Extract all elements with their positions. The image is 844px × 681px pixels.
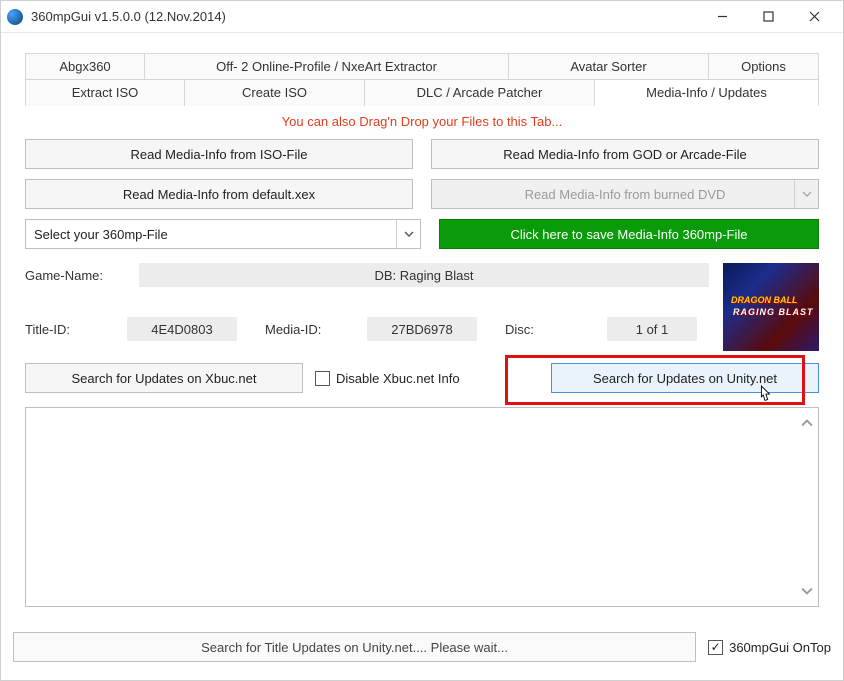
tab-options[interactable]: Options	[709, 53, 819, 79]
tabstrip: Abgx360 Off- 2 Online-Profile / NxeArt E…	[25, 53, 819, 106]
ontop-label: 360mpGui OnTop	[729, 640, 831, 655]
game-name-value: DB: Raging Blast	[139, 263, 709, 287]
status-bar: Search for Title Updates on Unity.net...…	[13, 632, 696, 662]
disable-xbuc-label: Disable Xbuc.net Info	[336, 371, 460, 386]
cover-text-2: RAGING BLAST	[733, 307, 814, 317]
results-list[interactable]	[25, 407, 819, 607]
tab-extract-iso[interactable]: Extract ISO	[25, 79, 185, 106]
disable-xbuc-checkbox[interactable]: Disable Xbuc.net Info	[315, 371, 460, 386]
title-id-label: Title-ID:	[25, 322, 117, 337]
tab-avatar-sorter[interactable]: Avatar Sorter	[509, 53, 709, 79]
read-dvd-label: Read Media-Info from burned DVD	[525, 187, 726, 202]
save-media-info-button[interactable]: Click here to save Media-Info 360mp-File	[439, 219, 819, 249]
select-360mp-file[interactable]: Select your 360mp-File	[25, 219, 421, 249]
app-icon	[7, 9, 23, 25]
read-god-button[interactable]: Read Media-Info from GOD or Arcade-File	[431, 139, 819, 169]
select-file-label: Select your 360mp-File	[34, 227, 168, 242]
ontop-checkbox[interactable]: 360mpGui OnTop	[708, 640, 831, 655]
cover-text-1: DRAGON BALL	[731, 295, 798, 305]
title-id-value: 4E4D0803	[127, 317, 237, 341]
read-iso-button[interactable]: Read Media-Info from ISO-File	[25, 139, 413, 169]
dragdrop-hint: You can also Drag'n Drop your Files to t…	[25, 106, 819, 139]
maximize-button[interactable]	[745, 1, 791, 33]
tab-abgx360[interactable]: Abgx360	[25, 53, 145, 79]
search-unity-label: Search for Updates on Unity.net	[593, 371, 777, 386]
cursor-pointer-icon	[756, 384, 774, 406]
chevron-down-icon	[794, 180, 818, 208]
search-xbuc-button[interactable]: Search for Updates on Xbuc.net	[25, 363, 303, 393]
tab-create-iso[interactable]: Create ISO	[185, 79, 365, 106]
minimize-button[interactable]	[699, 1, 745, 33]
titlebar: 360mpGui v1.5.0.0 (12.Nov.2014)	[1, 1, 843, 33]
media-id-value: 27BD6978	[367, 317, 477, 341]
tab-dlc-arcade[interactable]: DLC / Arcade Patcher	[365, 79, 595, 106]
scroll-up-icon[interactable]	[798, 414, 816, 432]
scroll-down-icon[interactable]	[798, 582, 816, 600]
read-dvd-button: Read Media-Info from burned DVD	[431, 179, 819, 209]
disc-value: 1 of 1	[607, 317, 697, 341]
media-id-label: Media-ID:	[265, 322, 357, 337]
checkbox-icon[interactable]	[315, 371, 330, 386]
chevron-down-icon[interactable]	[396, 220, 420, 248]
game-name-label: Game-Name:	[25, 268, 125, 283]
window-title: 360mpGui v1.5.0.0 (12.Nov.2014)	[31, 9, 699, 24]
disc-label: Disc:	[505, 322, 597, 337]
tab-media-info[interactable]: Media-Info / Updates	[595, 79, 819, 106]
game-cover: DRAGON BALL RAGING BLAST	[723, 263, 819, 351]
checkbox-checked-icon[interactable]	[708, 640, 723, 655]
search-unity-button[interactable]: Search for Updates on Unity.net	[551, 363, 819, 393]
close-button[interactable]	[791, 1, 837, 33]
read-xex-button[interactable]: Read Media-Info from default.xex	[25, 179, 413, 209]
tab-off2online[interactable]: Off- 2 Online-Profile / NxeArt Extractor	[145, 53, 509, 79]
